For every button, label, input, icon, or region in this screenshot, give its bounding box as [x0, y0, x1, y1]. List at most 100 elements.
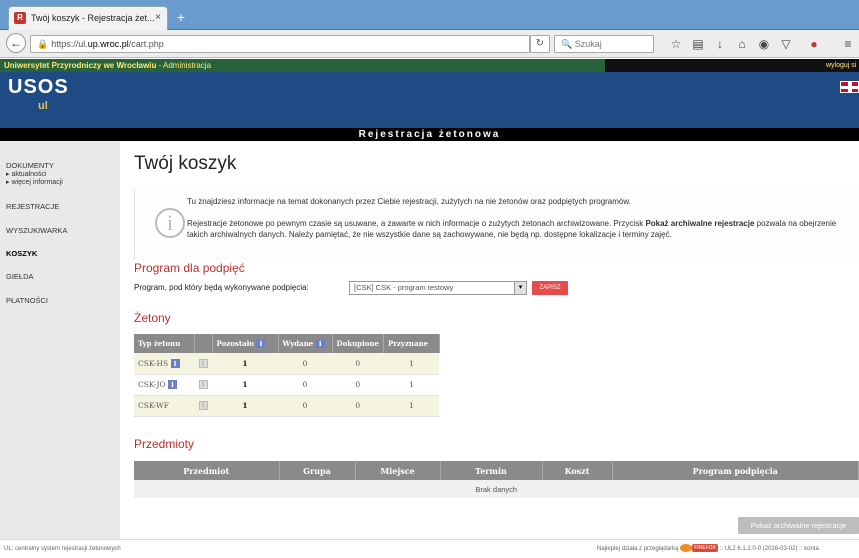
token-used: 0	[278, 395, 332, 417]
token-remaining: 1	[212, 374, 278, 396]
col-przyznane: Przyznane	[383, 334, 440, 353]
info-icon[interactable]: i	[168, 380, 178, 390]
info-icon[interactable]: i	[315, 339, 325, 349]
english-flag-icon[interactable]	[840, 81, 859, 93]
chevron-down-icon: ▾	[514, 282, 526, 294]
token-granted: 1	[383, 374, 440, 396]
token-used: 0	[278, 353, 332, 375]
detail-icon[interactable]: i	[198, 380, 208, 390]
footer-right: Najlepiej działa z przeglądarką FIREFOX …	[597, 544, 819, 553]
info-text-1: Tu znajdziesz informacje na temat dokona…	[187, 197, 631, 206]
col-koszt: Koszt	[542, 461, 613, 480]
download-icon[interactable]: ↓	[712, 36, 728, 52]
tokens-table: Typ żetonu Pozostało i Wydane i Dokupion…	[134, 334, 440, 417]
firefox-badge[interactable]: FIREFOX	[692, 544, 719, 553]
url-domain: up.wroc.pl	[87, 39, 129, 49]
address-bar[interactable]: 🔒 https://ul.up.wroc.pl/cart.php	[30, 35, 530, 53]
col-miejsce: Miejsce	[355, 461, 441, 480]
program-label: Program, pod który będą wykonywane podpi…	[134, 283, 309, 292]
sidebar-item-koszyk[interactable]: KOSZYK	[6, 249, 37, 258]
page-title: Twój koszyk	[134, 153, 237, 174]
info-icon[interactable]: i	[256, 339, 266, 349]
token-bought: 0	[332, 374, 384, 396]
token-granted: 1	[383, 395, 440, 417]
search-placeholder: Szukaj	[574, 39, 602, 49]
usos-logo-sub: ul	[38, 100, 48, 112]
home-icon[interactable]: ⌂	[734, 36, 750, 52]
col-typ: Typ żetonu	[134, 334, 195, 353]
col-blank	[194, 334, 213, 353]
footer-left: UL: centralny system rejestracji żetonow…	[4, 546, 121, 552]
search-input[interactable]: 🔍 Szukaj	[554, 35, 654, 53]
col-termin: Termin	[440, 461, 543, 480]
table-row: CSK-HS i i 1 0 0 1	[134, 353, 440, 375]
tab-title: Twój koszyk - Rejestracja żet...	[31, 13, 155, 23]
save-button[interactable]: ZAPISZ	[532, 281, 568, 295]
program-select[interactable]: [CSK] CSK - program testowy ▾	[349, 281, 527, 295]
detail-icon[interactable]: i	[198, 359, 208, 368]
info-icon: i	[155, 208, 185, 238]
col-wydane: Wydane i	[278, 334, 333, 353]
token-type: CSK-WF	[134, 395, 194, 417]
sidebar-item-wyszukiwarka[interactable]: WYSZUKIWARKA	[6, 226, 67, 235]
info-text-2: Rejestracje żetonowe po pewnym czasie są…	[187, 219, 837, 239]
pocket-icon[interactable]: ▽	[778, 36, 794, 52]
show-archive-button[interactable]: Pokaż archiwalne rejestracje	[738, 517, 859, 534]
program-select-value: [CSK] CSK - program testowy	[354, 283, 454, 292]
browser-tab-bar: R Twój koszyk - Rejestracja żet... × +	[0, 0, 859, 30]
main-content: Twój koszyk i Tu znajdziesz informacje n…	[120, 141, 859, 539]
lock-icon: 🔒	[37, 39, 49, 49]
sidebar-subitem-aktualnosci[interactable]: ▸ aktualności	[6, 170, 46, 178]
firefox-icon[interactable]	[680, 544, 693, 553]
footer: UL: centralny system rejestracji żetonow…	[0, 539, 859, 557]
tokens-heading: Żetony	[134, 311, 171, 325]
subjects-heading: Przedmioty	[134, 437, 195, 451]
reload-icon[interactable]: ↻	[530, 35, 550, 53]
sidebar-item-dokumenty[interactable]: DOKUMENTY	[6, 161, 54, 170]
token-remaining: 1	[212, 395, 278, 417]
usos-logo[interactable]: USOS	[8, 76, 69, 99]
university-link[interactable]: Uniwersytet Przyrodniczy we Wrocławiu	[4, 61, 156, 70]
bookmark-star-icon[interactable]: ☆	[668, 36, 684, 52]
new-tab-button[interactable]: +	[172, 8, 190, 26]
token-bought: 0	[332, 395, 384, 417]
sidebar: DOKUMENTY ▸ aktualności ▸ więcej informa…	[0, 141, 120, 539]
chat-icon[interactable]: ◉	[756, 36, 772, 52]
token-type: CSK-JO i	[134, 374, 194, 396]
info-box: i Tu znajdziesz informacje na temat doko…	[134, 188, 859, 260]
token-bought: 0	[332, 353, 384, 375]
adblock-icon[interactable]: ●	[806, 36, 822, 52]
empty-row: Brak danych	[134, 480, 859, 498]
browser-tab[interactable]: R Twój koszyk - Rejestracja żet... ×	[8, 6, 168, 30]
token-granted: 1	[383, 353, 440, 375]
detail-icon[interactable]: i	[198, 401, 208, 411]
col-pozostalo: Pozostało i	[212, 334, 279, 353]
close-tab-icon[interactable]: ×	[155, 7, 161, 29]
reading-list-icon[interactable]: ▤	[690, 36, 706, 52]
col-program: Program podpięcia	[612, 461, 859, 480]
back-arrow-icon[interactable]: ←	[6, 33, 26, 53]
sidebar-subitem-wiecej[interactable]: ▸ więcej informacji	[6, 178, 63, 186]
token-used: 0	[278, 374, 332, 396]
admin-link[interactable]: - Administracja	[156, 61, 211, 70]
sidebar-item-rejestracje[interactable]: REJESTRACJE	[6, 202, 59, 211]
subjects-table: Przedmiot Grupa Miejsce Termin Koszt Pro…	[134, 461, 859, 498]
url-prefix: https://ul.	[51, 39, 88, 49]
col-grupa: Grupa	[279, 461, 356, 480]
token-type: CSK-HS i	[134, 353, 194, 375]
url-path: /cart.php	[128, 39, 164, 49]
table-row: CSK-JO i i 1 0 0 1	[134, 374, 440, 396]
logout-link[interactable]: wyloguj si	[826, 59, 856, 72]
table-row: Brak danych	[134, 480, 859, 498]
sidebar-item-platnosci[interactable]: PŁATNOŚCI	[6, 296, 48, 305]
table-row: CSK-WF i 1 0 0 1	[134, 395, 440, 417]
topbar-dark-area	[605, 59, 859, 72]
col-przedmiot: Przedmiot	[134, 461, 280, 480]
section-title: Rejestracja żetonowa	[0, 128, 859, 141]
favicon-icon: R	[14, 12, 26, 24]
info-icon[interactable]: i	[170, 359, 180, 368]
sidebar-item-gielda[interactable]: GIEŁDA	[6, 272, 34, 281]
program-heading: Program dla podpięć	[134, 261, 245, 275]
university-bar: Uniwersytet Przyrodniczy we Wrocławiu - …	[0, 59, 859, 72]
menu-icon[interactable]: ≡	[840, 36, 856, 52]
